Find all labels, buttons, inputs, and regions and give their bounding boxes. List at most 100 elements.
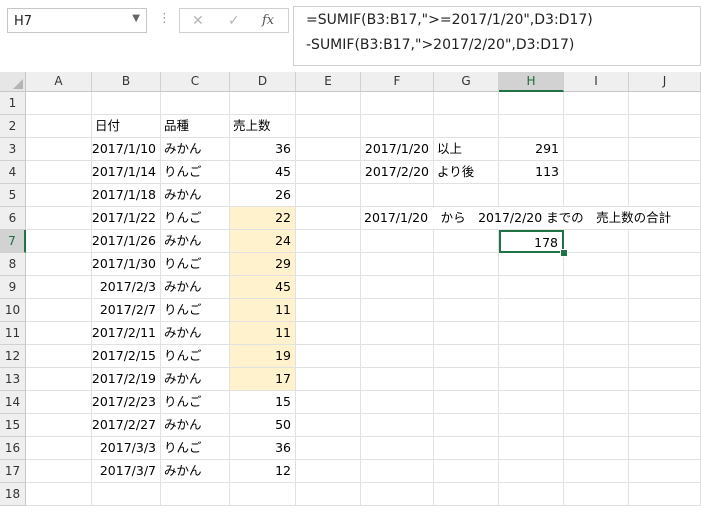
cell-b5[interactable]: 2017/1/18: [92, 184, 161, 207]
cell-c9[interactable]: みかん: [161, 276, 230, 299]
cell-e8[interactable]: [296, 253, 361, 276]
chevron-down-icon[interactable]: ▼: [132, 13, 140, 24]
cell-e18[interactable]: [296, 483, 361, 506]
cell-f13[interactable]: [361, 368, 434, 391]
cell-a4[interactable]: [26, 161, 92, 184]
cell-e4[interactable]: [296, 161, 361, 184]
row-header-9[interactable]: 9: [0, 276, 26, 299]
cell-e2[interactable]: [296, 115, 361, 138]
column-header-b[interactable]: B: [92, 72, 161, 92]
cell-d6[interactable]: 22: [230, 207, 296, 230]
cell-i18[interactable]: [564, 483, 629, 506]
cell-j10[interactable]: [629, 299, 701, 322]
column-header-i[interactable]: I: [564, 72, 629, 92]
cell-h11[interactable]: [499, 322, 564, 345]
cell-f5[interactable]: [361, 184, 434, 207]
cell-j15[interactable]: [629, 414, 701, 437]
cell-j1[interactable]: [629, 92, 701, 115]
cell-a1[interactable]: [26, 92, 92, 115]
cell-g18[interactable]: [434, 483, 499, 506]
cell-c11[interactable]: みかん: [161, 322, 230, 345]
column-header-j[interactable]: J: [629, 72, 701, 92]
cell-e16[interactable]: [296, 437, 361, 460]
cell-a7[interactable]: [26, 230, 92, 253]
column-header-g[interactable]: G: [434, 72, 499, 92]
cell-f16[interactable]: [361, 437, 434, 460]
cell-b16[interactable]: 2017/3/3: [92, 437, 161, 460]
cell-g11[interactable]: [434, 322, 499, 345]
cell-a12[interactable]: [26, 345, 92, 368]
cell-a11[interactable]: [26, 322, 92, 345]
cell-f7[interactable]: [361, 230, 434, 253]
cell-d7[interactable]: 24: [230, 230, 296, 253]
cell-b18[interactable]: [92, 483, 161, 506]
cell-c12[interactable]: りんご: [161, 345, 230, 368]
cell-g12[interactable]: [434, 345, 499, 368]
cell-a14[interactable]: [26, 391, 92, 414]
worksheet-grid[interactable]: A B C D E F G H I J 1 2 3 4 5 6 7 8 9 10 11 12 13 14 15 16 17 18 日付品…: [0, 72, 701, 515]
cell-b13[interactable]: 2017/2/19: [92, 368, 161, 391]
cell-h5[interactable]: [499, 184, 564, 207]
cell-g1[interactable]: [434, 92, 499, 115]
cell-i11[interactable]: [564, 322, 629, 345]
cell-f11[interactable]: [361, 322, 434, 345]
cell-d5[interactable]: 26: [230, 184, 296, 207]
cell-h4[interactable]: 113: [499, 161, 564, 184]
cell-d2[interactable]: 売上数: [230, 115, 296, 138]
cell-j18[interactable]: [629, 483, 701, 506]
cell-a5[interactable]: [26, 184, 92, 207]
row-header-11[interactable]: 11: [0, 322, 26, 345]
cell-c4[interactable]: りんご: [161, 161, 230, 184]
cell-j9[interactable]: [629, 276, 701, 299]
cell-b10[interactable]: 2017/2/7: [92, 299, 161, 322]
cell-j2[interactable]: [629, 115, 701, 138]
cell-f18[interactable]: [361, 483, 434, 506]
cell-e13[interactable]: [296, 368, 361, 391]
cell-b15[interactable]: 2017/2/27: [92, 414, 161, 437]
column-header-f[interactable]: F: [361, 72, 434, 92]
cell-d3[interactable]: 36: [230, 138, 296, 161]
cell-e12[interactable]: [296, 345, 361, 368]
cell-j7[interactable]: [629, 230, 701, 253]
cell-a17[interactable]: [26, 460, 92, 483]
cell-f3[interactable]: 2017/1/20: [361, 138, 434, 161]
cell-i12[interactable]: [564, 345, 629, 368]
cell-h16[interactable]: [499, 437, 564, 460]
cell-d15[interactable]: 50: [230, 414, 296, 437]
cell-g5[interactable]: [434, 184, 499, 207]
cell-b7[interactable]: 2017/1/26: [92, 230, 161, 253]
cell-e1[interactable]: [296, 92, 361, 115]
cell-c17[interactable]: みかん: [161, 460, 230, 483]
cell-f2[interactable]: [361, 115, 434, 138]
cell-c5[interactable]: みかん: [161, 184, 230, 207]
cell-b4[interactable]: 2017/1/14: [92, 161, 161, 184]
row-header-3[interactable]: 3: [0, 138, 26, 161]
cell-d12[interactable]: 19: [230, 345, 296, 368]
cell-c14[interactable]: りんご: [161, 391, 230, 414]
cell-b17[interactable]: 2017/3/7: [92, 460, 161, 483]
cell-d10[interactable]: 11: [230, 299, 296, 322]
cell-i14[interactable]: [564, 391, 629, 414]
cell-g3[interactable]: 以上: [434, 138, 499, 161]
cell-h3[interactable]: 291: [499, 138, 564, 161]
cell-e17[interactable]: [296, 460, 361, 483]
cell-h9[interactable]: [499, 276, 564, 299]
cell-d14[interactable]: 15: [230, 391, 296, 414]
formula-input[interactable]: =SUMIF(B3:B17,">=2017/1/20",D3:D17) -SUM…: [293, 6, 701, 66]
cell-j8[interactable]: [629, 253, 701, 276]
cell-d1[interactable]: [230, 92, 296, 115]
cell-e7[interactable]: [296, 230, 361, 253]
cell-d9[interactable]: 45: [230, 276, 296, 299]
cell-i5[interactable]: [564, 184, 629, 207]
cell-a9[interactable]: [26, 276, 92, 299]
cell-d17[interactable]: 12: [230, 460, 296, 483]
cell-a16[interactable]: [26, 437, 92, 460]
cell-g2[interactable]: [434, 115, 499, 138]
row-header-7[interactable]: 7: [0, 230, 26, 253]
cell-i10[interactable]: [564, 299, 629, 322]
cell-g9[interactable]: [434, 276, 499, 299]
cell-a6[interactable]: [26, 207, 92, 230]
cell-d13[interactable]: 17: [230, 368, 296, 391]
cell-f8[interactable]: [361, 253, 434, 276]
cell-e5[interactable]: [296, 184, 361, 207]
